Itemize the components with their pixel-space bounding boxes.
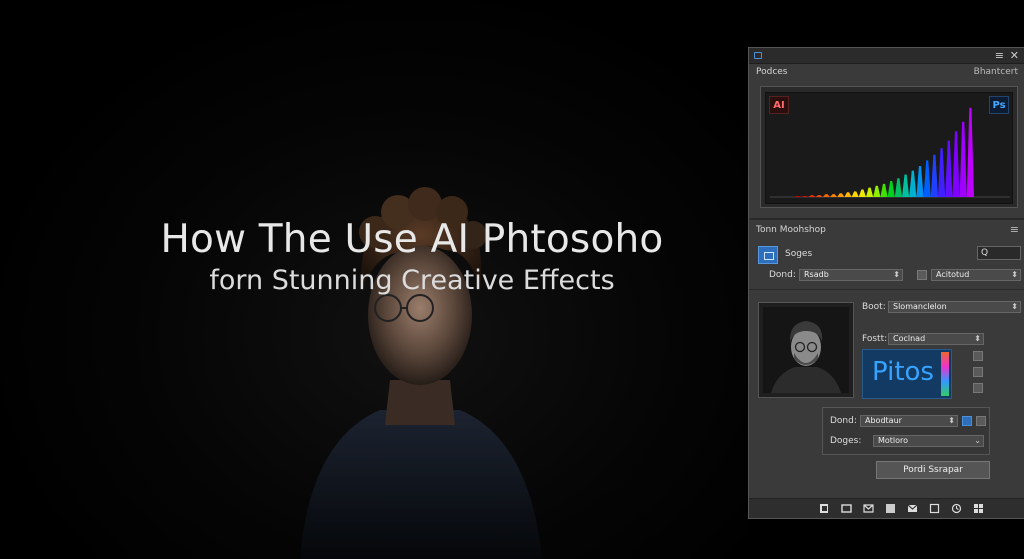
square-icon[interactable] (929, 503, 940, 514)
histogram-bar (873, 185, 881, 197)
chevron-down-icon: ⌄ (974, 436, 981, 445)
text-preview-label: Pitos (872, 357, 934, 387)
histogram-bar (858, 189, 866, 197)
row4-field-value: Abodtaur (865, 416, 902, 425)
histogram-bar (930, 154, 938, 197)
histogram-bar (902, 174, 910, 197)
tools-section-header: Tonn Moohshop ≡ (749, 222, 1024, 238)
apply-button[interactable]: Pordi Ssrapar (876, 461, 990, 479)
histogram-bar (844, 192, 852, 197)
row2-field[interactable]: Slomanclelon ⬍ (888, 301, 1021, 313)
histogram-bar (938, 148, 946, 197)
histogram-bar (894, 178, 902, 197)
histogram-frame: AI Ps (760, 86, 1018, 208)
histogram-bar (952, 131, 960, 197)
histogram-bar (851, 191, 859, 197)
histogram-section-title: Podces (756, 67, 788, 77)
row3-field[interactable]: Coclnad ⬍ (888, 333, 984, 345)
histogram-bar (822, 194, 830, 197)
row5-label: Doges: (830, 436, 862, 446)
dropdown-arrow-icon: ⬍ (948, 416, 955, 425)
history-icon[interactable] (951, 503, 962, 514)
ps-badge: Ps (989, 96, 1009, 114)
grid-icon[interactable] (973, 503, 984, 514)
row2-field-value: Slomanclelon (893, 302, 947, 311)
histogram-bar (837, 193, 845, 197)
layer-toggle-button[interactable] (758, 246, 778, 264)
histogram-chart: AI Ps (765, 92, 1013, 204)
histogram-bar (909, 170, 917, 197)
section-divider (749, 289, 1024, 290)
histogram-svg (770, 107, 1010, 198)
row1-label: Dond: (769, 270, 796, 280)
search-box[interactable]: Q (977, 246, 1021, 260)
histogram-bar (945, 140, 953, 197)
histogram-bar (959, 121, 967, 197)
hero-title: How The Use AI Phtosoho (160, 217, 664, 262)
portrait-thumbnail (763, 307, 849, 393)
row3-label: Fostt: (862, 334, 888, 344)
histogram-section-header: Podces Bhantcert (749, 64, 1024, 80)
histogram-bar (966, 107, 974, 197)
adjustment-icon[interactable] (885, 503, 896, 514)
tools-menu-icon[interactable]: ≡ (1010, 223, 1019, 236)
row4-option[interactable] (962, 416, 972, 426)
mail-icon[interactable] (907, 503, 918, 514)
color-strip (941, 352, 949, 396)
histogram-bar (923, 160, 931, 197)
side-option-2[interactable] (973, 367, 983, 377)
dropdown-arrow-icon: ⬍ (893, 270, 900, 279)
layer-icon[interactable] (841, 503, 852, 514)
row1-field2-value: Acitotud (936, 270, 970, 279)
person-photo (300, 187, 542, 559)
hero-subtitle: forn Stunning Creative Effects (209, 265, 615, 296)
panel-menu-icon[interactable]: ≡ (995, 49, 1004, 62)
dropdown-arrow-icon: ⬍ (1011, 270, 1018, 279)
side-option-3[interactable] (973, 383, 983, 393)
section-divider (749, 218, 1024, 220)
dropdown-arrow-icon: ⬍ (1011, 302, 1018, 311)
app-icon (754, 52, 762, 59)
row4-option-2[interactable] (976, 416, 986, 426)
histogram-section-tab[interactable]: Bhantcert (974, 67, 1018, 77)
new-layer-icon[interactable] (819, 503, 830, 514)
photo-thumbnail-frame[interactable] (758, 302, 854, 398)
row4-label: Dond: (830, 416, 857, 426)
row5-field-value: Motloro (878, 436, 909, 445)
panel-close-icon[interactable]: ✕ (1010, 49, 1019, 62)
layer-label: Soges (785, 249, 813, 259)
row1-field1-value: Rsadb (804, 270, 829, 279)
histogram-bar (830, 194, 838, 197)
row5-field[interactable]: Motloro ⌄ (873, 435, 984, 447)
ai-badge: AI (769, 96, 789, 114)
row1-field1[interactable]: Rsadb ⬍ (799, 269, 903, 281)
text-preview[interactable]: Pitos (862, 349, 952, 399)
histogram-bar (916, 165, 924, 197)
hero-section: How The Use AI Phtosoho forn Stunning Cr… (0, 0, 748, 559)
panel-titlebar: ≡ ✕ (749, 48, 1024, 64)
tools-section-title: Tonn Moohshop (756, 225, 826, 235)
histogram-bar (880, 183, 888, 197)
row1-checkbox[interactable] (917, 270, 927, 280)
histogram-bar (866, 187, 874, 197)
histogram-bar (887, 181, 895, 197)
row2-label: Boot: (862, 302, 886, 312)
row3-field-value: Coclnad (893, 334, 926, 343)
bottom-toolbar (749, 498, 1024, 518)
histogram-bar (815, 195, 823, 197)
photoshop-panel: ≡ ✕ Podces Bhantcert AI Ps Tonn Moohshop… (748, 47, 1024, 519)
histogram-bar (808, 195, 816, 197)
dropdown-arrow-icon: ⬍ (974, 334, 981, 343)
mask-icon[interactable] (863, 503, 874, 514)
side-option-1[interactable] (973, 351, 983, 361)
row1-field2[interactable]: Acitotud ⬍ (931, 269, 1021, 281)
row4-field[interactable]: Abodtaur ⬍ (860, 415, 958, 427)
